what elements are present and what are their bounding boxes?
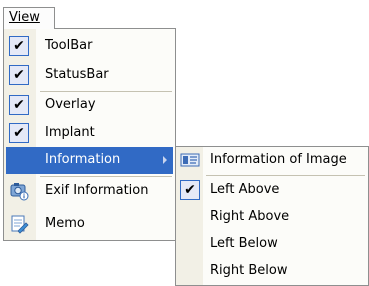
submenu-item-label: Left Below bbox=[210, 236, 278, 251]
menu-item-toolbar[interactable]: ✔ ToolBar bbox=[4, 33, 175, 60]
menu-item-label: Overlay bbox=[45, 97, 96, 112]
menu-item-statusbar[interactable]: ✔ StatusBar bbox=[4, 62, 175, 89]
check-icon: ✔ bbox=[9, 95, 29, 115]
exif-info-icon bbox=[9, 181, 29, 201]
menu-separator bbox=[206, 175, 365, 176]
menu-item-label: ToolBar bbox=[45, 38, 93, 53]
menu-item-label: Information bbox=[45, 152, 121, 167]
menubar-view-label: View bbox=[9, 10, 40, 25]
submenu-item-label: Right Below bbox=[210, 263, 288, 278]
submenu-item-label: Left Above bbox=[210, 182, 280, 197]
submenu-item-information-of-image[interactable]: Information of Image bbox=[176, 147, 368, 174]
information-submenu: Information of Image ✔ Left Above Right … bbox=[175, 146, 369, 286]
submenu-item-label: Right Above bbox=[210, 209, 290, 224]
menu-item-label: Memo bbox=[45, 216, 85, 231]
menu-item-memo[interactable]: Memo bbox=[4, 211, 175, 238]
menu-item-exif-information[interactable]: Exif Information bbox=[4, 178, 175, 205]
memo-icon bbox=[9, 214, 29, 234]
menu-item-label: Implant bbox=[45, 125, 95, 140]
menubar-view[interactable]: View bbox=[3, 7, 55, 29]
submenu-item-right-below[interactable]: Right Below bbox=[176, 258, 368, 285]
submenu-item-left-below[interactable]: Left Below bbox=[176, 231, 368, 258]
view-menu: ✔ ToolBar ✔ StatusBar ✔ Overlay ✔ Implan… bbox=[3, 28, 176, 241]
menu-item-label: StatusBar bbox=[45, 67, 109, 82]
menu-separator bbox=[40, 176, 172, 177]
submenu-item-right-above[interactable]: Right Above bbox=[176, 204, 368, 231]
menu-item-label: Exif Information bbox=[45, 183, 149, 198]
check-icon: ✔ bbox=[9, 36, 29, 56]
submenu-item-label: Information of Image bbox=[210, 152, 347, 167]
check-icon: ✔ bbox=[9, 123, 29, 143]
submenu-arrow-icon bbox=[163, 156, 167, 164]
menu-item-information[interactable]: Information bbox=[6, 147, 173, 174]
image-info-icon bbox=[180, 150, 200, 170]
menu-item-implant[interactable]: ✔ Implant bbox=[4, 120, 175, 147]
menu-item-overlay[interactable]: ✔ Overlay bbox=[4, 92, 175, 119]
submenu-item-left-above[interactable]: ✔ Left Above bbox=[176, 177, 368, 204]
check-icon: ✔ bbox=[9, 65, 29, 85]
check-icon: ✔ bbox=[180, 180, 200, 200]
